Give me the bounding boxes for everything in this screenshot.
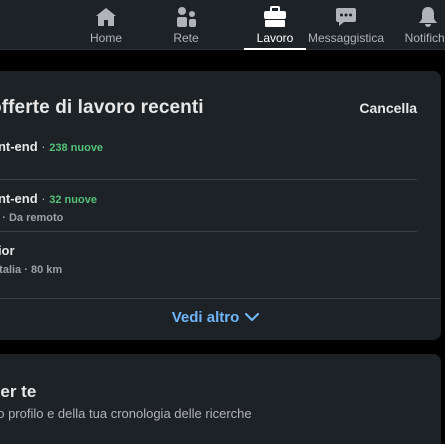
see-more-label: Vedi altro [171, 309, 240, 326]
search-query: ont-end [0, 191, 38, 206]
nav-label-rete: Rete [173, 31, 199, 45]
people-icon [174, 5, 198, 29]
search-row[interactable]: ont-end · 32 nuove ia · Da remoto [0, 191, 425, 224]
card-title: offerte di lavoro recenti [0, 97, 204, 118]
nav-item-home[interactable]: Home [86, 0, 126, 50]
nav-item-notifiche[interactable]: Notifiche [398, 0, 445, 50]
search-row-filters: ia · Da remoto [0, 212, 64, 224]
new-count-badge: 32 nuove [49, 194, 97, 206]
separator-dot: · [41, 191, 46, 206]
nav-label-lavoro: Lavoro [256, 31, 294, 45]
search-row-title: nior [0, 243, 425, 258]
nav-item-lavoro[interactable]: Lavoro [244, 0, 306, 50]
nav-label-notifiche: Notifiche [404, 31, 445, 45]
separator-dot: · [41, 139, 46, 154]
recent-searches-card: offerte di lavoro recenti Cancella ont-e… [0, 71, 441, 340]
nav-item-messaggistica[interactable]: Messaggistica [306, 0, 386, 50]
search-query: ont-end [0, 139, 38, 154]
search-row-filters: , Italia · 80 km [0, 264, 63, 276]
divider [0, 298, 441, 299]
briefcase-icon [263, 5, 287, 29]
for-you-card: per te uo profilo e della tua cronologia… [0, 354, 441, 444]
cancel-button[interactable]: Cancella [359, 100, 417, 116]
divider [0, 179, 417, 180]
for-you-title: per te [0, 382, 37, 401]
nav-label-messaggistica: Messaggistica [307, 31, 385, 45]
search-row[interactable]: nior , Italia · 80 km [0, 243, 425, 276]
nav-label-home: Home [89, 31, 122, 45]
search-query: nior [0, 243, 15, 258]
new-count-badge: 238 nuove [49, 142, 104, 154]
search-row[interactable]: ont-end · 238 nuove [0, 139, 425, 154]
divider [0, 231, 417, 232]
top-nav: Home Rete Lavoro Messaggistica Notifich [0, 0, 445, 50]
bell-icon [416, 5, 440, 29]
see-more-button[interactable]: Vedi altro [0, 309, 441, 326]
nav-item-rete[interactable]: Rete [166, 0, 206, 50]
chevron-down-icon [245, 309, 260, 326]
home-icon [94, 5, 118, 29]
for-you-subtitle: uo profilo e della tua cronologia delle … [0, 406, 252, 421]
search-row-title: ont-end · 238 nuove [0, 139, 425, 154]
chat-icon [334, 5, 358, 29]
search-row-title: ont-end · 32 nuove [0, 191, 425, 206]
